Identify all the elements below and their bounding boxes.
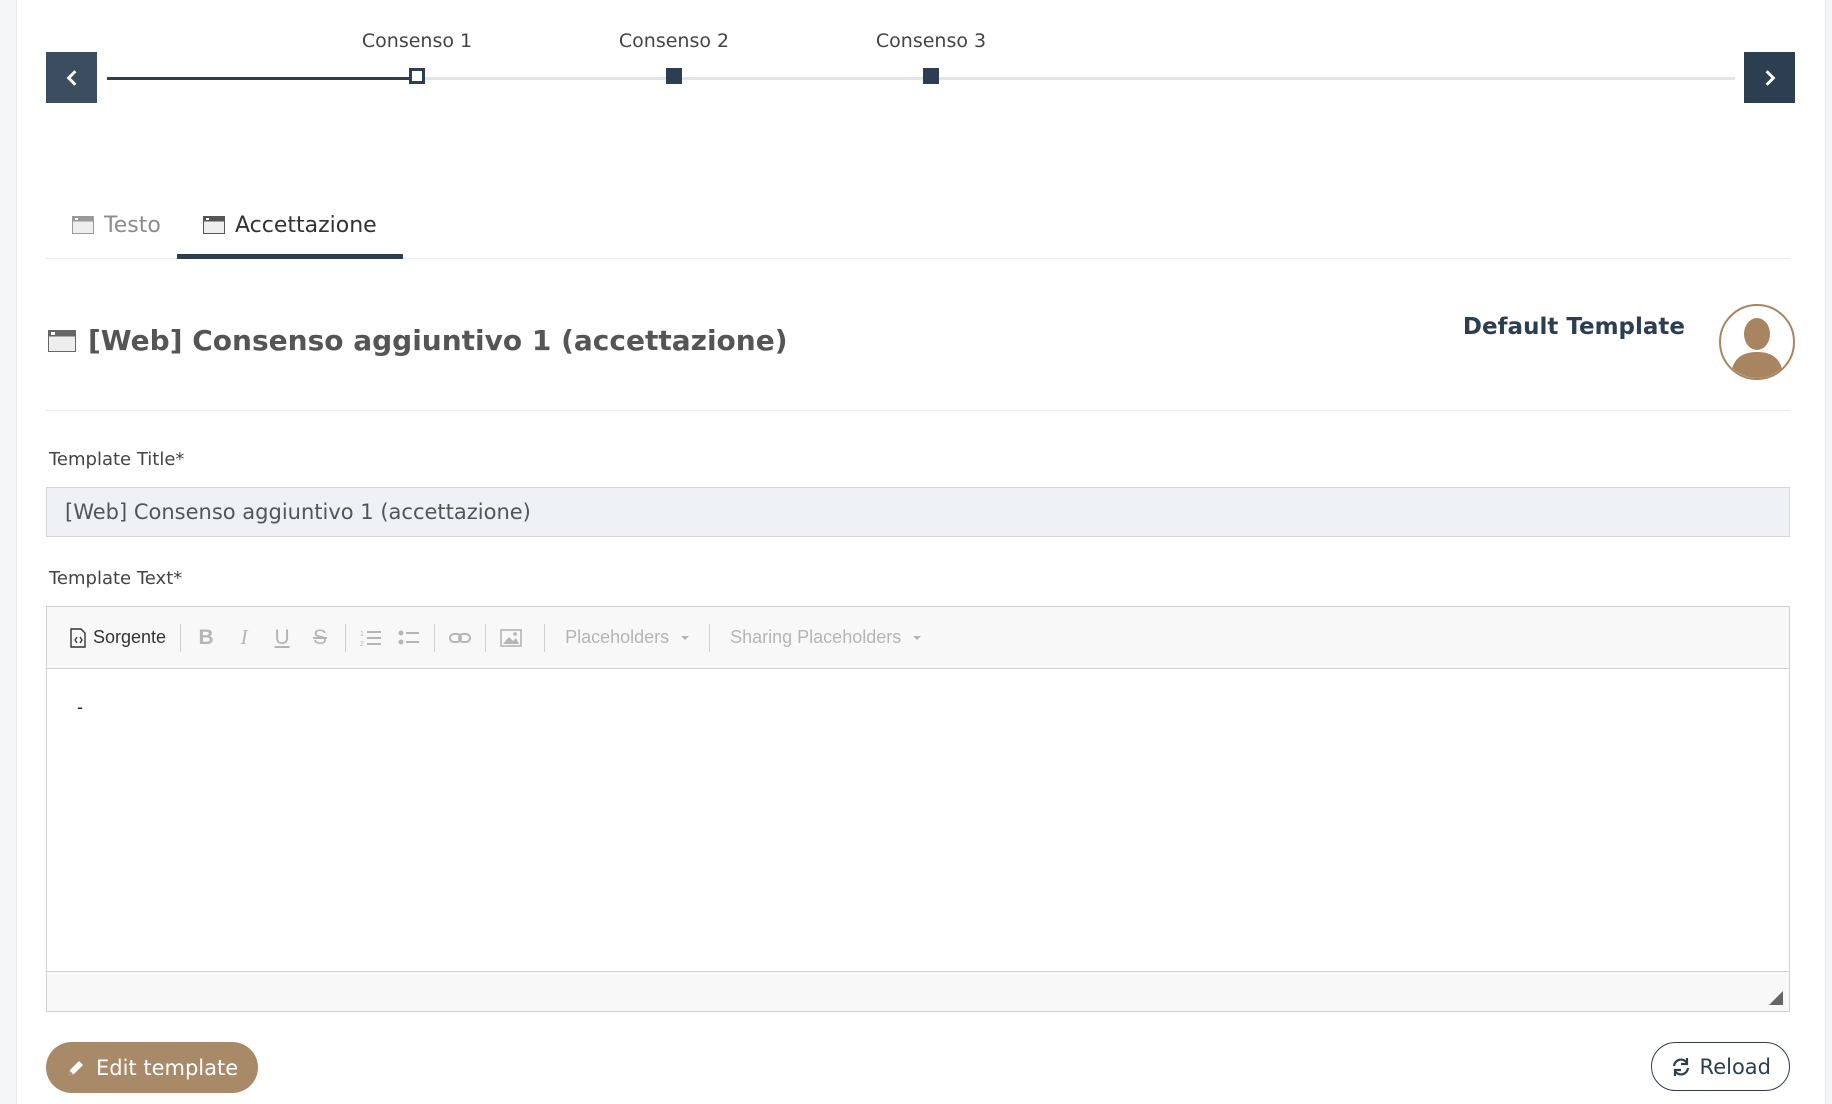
toolbar-separator xyxy=(709,623,711,652)
refresh-icon xyxy=(1672,1057,1689,1076)
placeholders-dropdown[interactable]: Placeholders xyxy=(551,627,703,648)
editor-toolbar: Sorgente B I U S 1 2 Placeholders Sharin… xyxy=(47,607,1789,669)
sharing-placeholders-dropdown[interactable]: Sharing Placeholders xyxy=(716,627,935,648)
italic-button[interactable]: I xyxy=(225,620,263,656)
step-label: Consenso 2 xyxy=(618,30,730,52)
default-template-label: Default Template xyxy=(1462,314,1685,340)
editor-footer xyxy=(47,971,1789,1011)
toolbar-separator xyxy=(180,623,182,652)
numbered-list-icon: 1 2 xyxy=(360,630,382,648)
source-button[interactable]: Sorgente xyxy=(69,620,174,656)
tab-label: Accettazione xyxy=(235,212,377,238)
svg-text:1: 1 xyxy=(360,631,364,638)
tab-bar: Testo Accettazione xyxy=(46,192,1790,259)
step-consenso-3[interactable]: Consenso 3 xyxy=(851,30,1011,84)
template-text-label: Template Text* xyxy=(49,568,183,589)
edit-template-label: Edit template xyxy=(96,1055,239,1080)
avatar xyxy=(1719,304,1795,380)
caret-down-icon xyxy=(681,635,690,640)
link-button[interactable] xyxy=(441,620,479,656)
bold-button[interactable]: B xyxy=(187,620,225,656)
link-icon xyxy=(449,632,472,643)
window-icon xyxy=(48,329,76,352)
rich-text-editor: Sorgente B I U S 1 2 Placeholders Sharin… xyxy=(46,606,1790,1012)
toolbar-separator xyxy=(544,623,546,652)
image-button[interactable] xyxy=(492,620,530,656)
step-marker-current xyxy=(409,68,425,84)
svg-text:2: 2 xyxy=(360,641,364,648)
resize-handle[interactable] xyxy=(1769,991,1783,1005)
pencil-icon xyxy=(69,1060,83,1075)
source-label: Sorgente xyxy=(93,627,167,647)
page-title-text: [Web] Consenso aggiuntivo 1 (accettazion… xyxy=(88,324,788,357)
step-consenso-2[interactable]: Consenso 2 xyxy=(594,30,754,84)
window-icon xyxy=(203,216,225,234)
step-label: Consenso 1 xyxy=(361,30,473,52)
source-icon xyxy=(70,627,86,648)
underline-icon: U xyxy=(274,625,290,649)
previous-step-button[interactable] xyxy=(46,52,97,103)
step-consenso-1[interactable]: Consenso 1 xyxy=(337,30,497,84)
bold-icon: B xyxy=(198,625,214,649)
tab-accettazione[interactable]: Accettazione xyxy=(177,192,403,259)
tab-testo[interactable]: Testo xyxy=(46,192,187,258)
image-icon xyxy=(500,628,522,647)
underline-button[interactable]: U xyxy=(263,620,301,656)
tab-label: Testo xyxy=(104,212,161,238)
toolbar-separator xyxy=(485,623,487,652)
caret-down-icon xyxy=(913,635,922,640)
edit-template-button[interactable]: Edit template xyxy=(46,1042,259,1093)
strikethrough-icon: S xyxy=(313,625,328,649)
toolbar-separator xyxy=(434,623,436,652)
strikethrough-button[interactable]: S xyxy=(301,620,339,656)
step-marker xyxy=(666,68,682,84)
divider xyxy=(46,410,1790,411)
italic-icon: I xyxy=(240,625,248,649)
editor-content-text: - xyxy=(77,697,83,717)
reload-button[interactable]: Reload xyxy=(1650,1042,1790,1091)
template-title-input[interactable] xyxy=(46,487,1790,537)
editor-content-area[interactable]: - xyxy=(47,669,1789,969)
toolbar-separator xyxy=(345,623,347,652)
bulleted-list-button[interactable] xyxy=(390,620,428,656)
window-icon xyxy=(72,216,94,234)
user-silhouette-icon xyxy=(1731,318,1783,378)
chevron-right-icon xyxy=(1765,69,1775,86)
step-marker xyxy=(923,68,939,84)
template-title-label: Template Title* xyxy=(49,449,185,470)
sharing-placeholders-label: Sharing Placeholders xyxy=(730,627,902,647)
page-title: [Web] Consenso aggiuntivo 1 (accettazion… xyxy=(48,324,788,357)
placeholders-label: Placeholders xyxy=(565,627,670,647)
chevron-left-icon xyxy=(66,69,76,86)
reload-label: Reload xyxy=(1699,1054,1771,1079)
step-label: Consenso 3 xyxy=(875,30,987,52)
next-step-button[interactable] xyxy=(1744,52,1795,103)
stepper-progress xyxy=(107,77,417,80)
page: Consenso 1 Consenso 2 Consenso 3 Testo A… xyxy=(0,0,1832,1104)
numbered-list-button[interactable]: 1 2 xyxy=(352,620,390,656)
bulleted-list-icon xyxy=(398,630,420,644)
